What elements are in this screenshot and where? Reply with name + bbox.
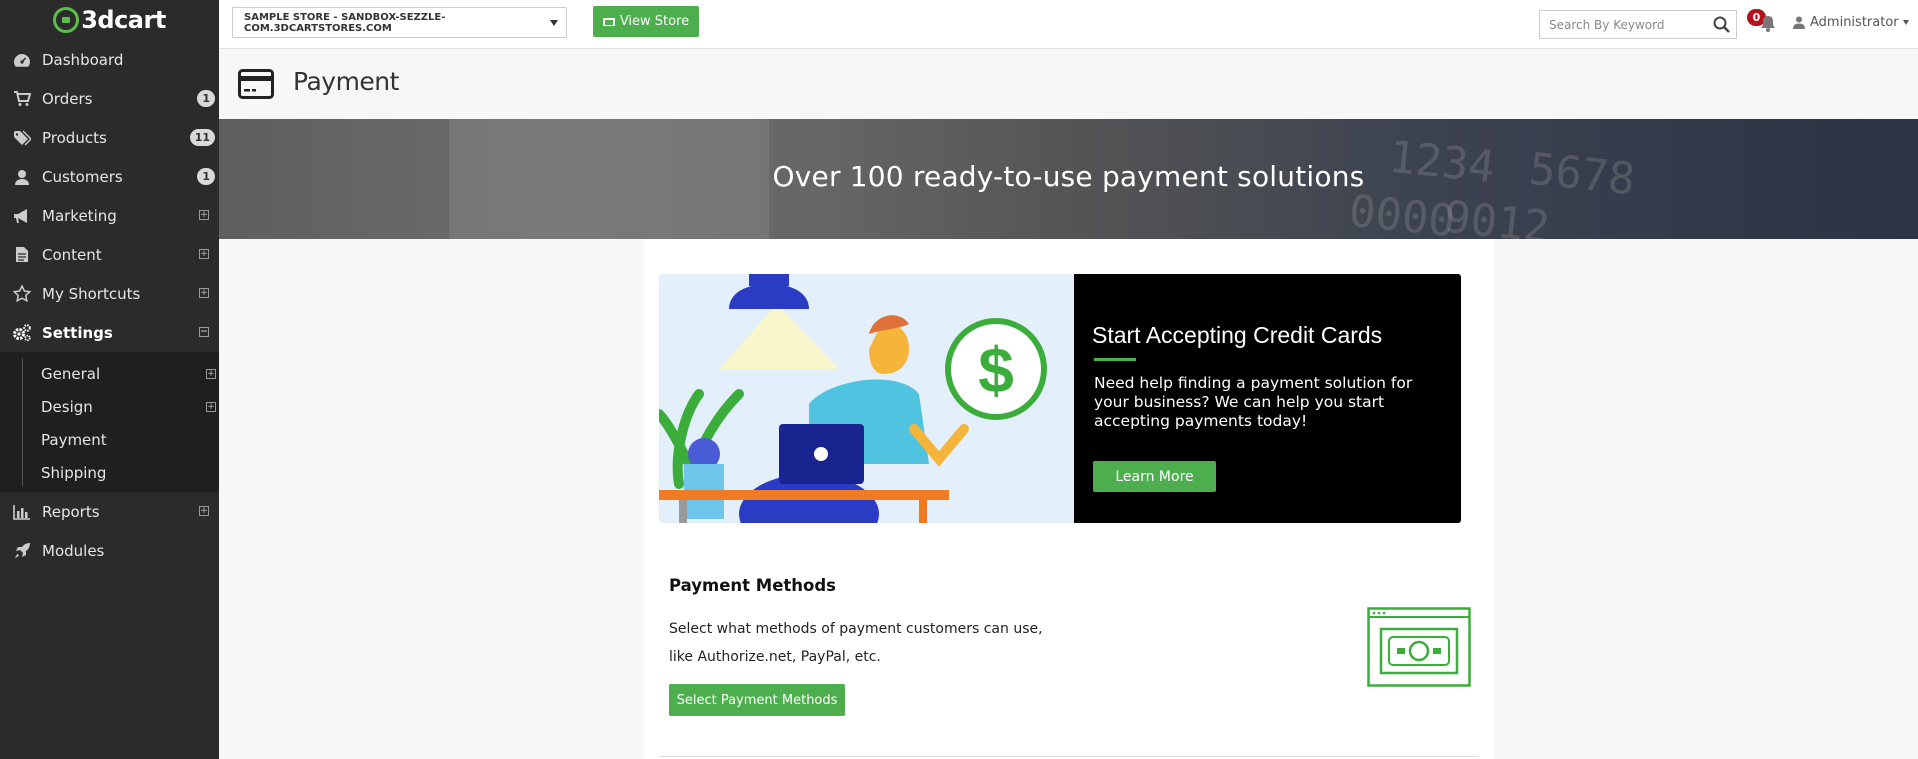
select-payment-methods-button[interactable]: Select Payment Methods [669,684,845,716]
search-input[interactable]: Search By Keyword [1539,10,1737,39]
promo-text-panel: Start Accepting Credit Cards Need help f… [1074,274,1461,523]
products-count-badge: 11 [189,129,215,146]
bell-icon [1760,15,1776,36]
bar-chart-icon [12,502,32,522]
sidebar-subitem-shipping[interactable]: Shipping [1,456,219,489]
document-icon [12,245,32,265]
sidebar-item-modules[interactable]: Modules [0,531,219,570]
sidebar-item-label: Content [42,245,102,264]
hero-banner: 1234 5678 0000 9012 Over 100 ready-to-us… [219,119,1918,239]
user-menu[interactable]: Administrator [1793,15,1909,30]
sidebar-subitem-general[interactable]: General + [1,357,219,390]
payment-methods-description: Select what methods of payment customers… [669,621,1043,665]
logo[interactable]: 3dcart [0,0,219,40]
sidebar-item-my-shortcuts[interactable]: My Shortcuts + [0,274,219,313]
rocket-icon [12,541,32,561]
chevron-down-icon [550,20,558,26]
star-icon [12,284,32,304]
promo-title: Start Accepting Credit Cards [1092,322,1383,348]
sidebar-item-label: Modules [42,541,105,560]
view-store-button[interactable]: View Store [593,6,699,37]
payment-methods-title: Payment Methods [669,576,837,595]
sidebar-item-content[interactable]: Content + [0,235,219,274]
svg-text:$: $ [978,334,1014,406]
collapse-icon[interactable]: − [199,327,209,337]
cash-window-icon [1367,607,1471,691]
sidebar-item-label: Products [42,128,107,147]
section-divider [659,756,1479,757]
sidebar-item-label: Orders [42,89,93,108]
cart-logo-icon [53,7,80,33]
expand-icon[interactable]: + [199,506,209,516]
expand-icon[interactable]: + [206,402,216,412]
sidebar-item-reports[interactable]: Reports + [0,492,219,531]
sidebar-item-orders[interactable]: Orders 1 [0,79,219,118]
store-select[interactable]: SAMPLE STORE - SANDBOX-SEZZLE-COM.3DCART… [232,7,567,38]
sidebar-subitem-payment[interactable]: Payment [1,423,219,456]
learn-more-button[interactable]: Learn More [1093,461,1216,492]
sidebar-subitem-design[interactable]: Design + [1,390,219,423]
sidebar-item-label: Marketing [42,206,117,225]
sidebar-item-label: Customers [42,167,123,186]
megaphone-icon [12,206,32,226]
person-with-laptop-illustration: $ [659,274,1074,523]
cogs-icon [12,323,32,343]
expand-icon[interactable]: + [199,288,209,298]
sidebar-item-customers[interactable]: Customers 1 [0,157,219,196]
divider [1094,358,1136,361]
sidebar-item-label: Dashboard [42,50,124,69]
banner-headline: Over 100 ready-to-use payment solutions [772,160,1365,193]
sidebar-item-label: Settings [42,323,113,342]
topbar: SAMPLE STORE - SANDBOX-SEZZLE-COM.3DCART… [219,0,1918,49]
cart-icon [12,89,32,109]
sidebar-item-dashboard[interactable]: Dashboard [0,40,219,79]
promo-text: Need help finding a payment solution for… [1094,374,1413,430]
expand-icon[interactable]: + [206,369,216,379]
page-title: Payment [293,67,399,96]
sidebar-item-settings[interactable]: Settings − [0,313,219,352]
laptop-icon [602,17,615,26]
sidebar-item-products[interactable]: Products 11 [0,118,219,157]
expand-icon[interactable]: + [199,249,209,259]
main-content: $ Start Accepting Credit Cards Need help… [644,239,1494,759]
sidebar-item-label: My Shortcuts [42,284,141,303]
customers-count-badge: 1 [197,168,215,185]
settings-submenu: General + Design + Payment Shipping [0,352,219,492]
sidebar-item-marketing[interactable]: Marketing + [0,196,219,235]
search-icon[interactable] [1713,16,1730,36]
promo-card: $ Start Accepting Credit Cards Need help… [659,274,1461,523]
page-header: Payment [219,49,1918,119]
chevron-down-icon [1902,20,1909,25]
tags-icon [12,128,32,148]
sidebar-item-label: Reports [42,502,100,521]
user-icon [1793,16,1805,29]
sidebar: 3dcart Dashboard Orders 1 Products 11 Cu… [0,0,219,759]
credit-card-icon [238,69,274,103]
dashboard-icon [12,50,32,70]
expand-icon[interactable]: + [199,210,209,220]
orders-count-badge: 1 [197,90,215,107]
user-icon [12,167,32,187]
